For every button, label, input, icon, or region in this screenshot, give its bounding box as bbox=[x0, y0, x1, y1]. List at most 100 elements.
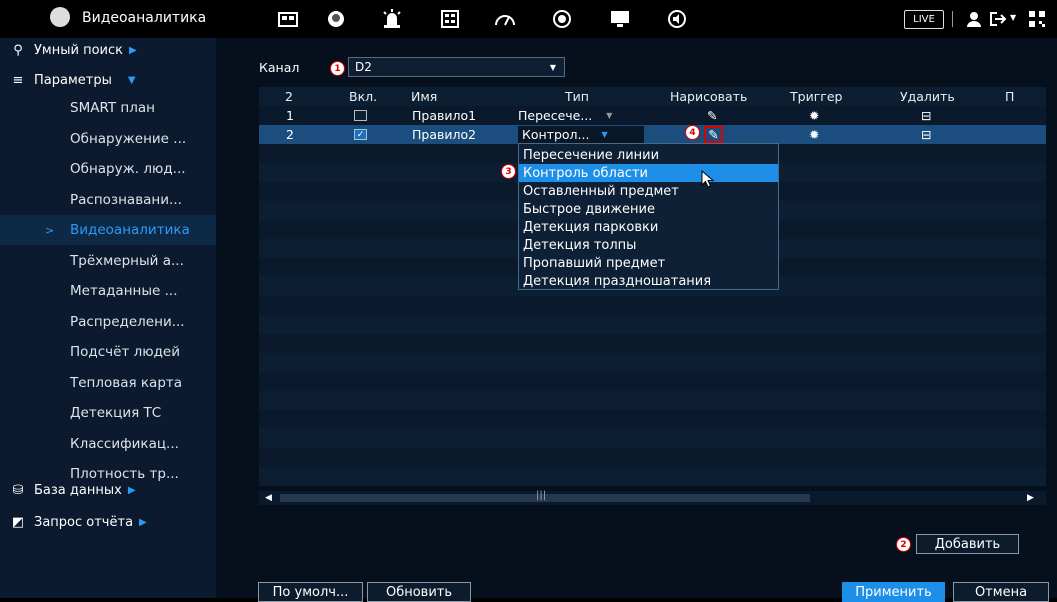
display-icon[interactable] bbox=[608, 8, 632, 30]
dropdown-option[interactable]: Детекция праздношатания bbox=[519, 272, 778, 290]
horizontal-scrollbar[interactable]: ◀ ||| ▶ bbox=[259, 490, 1046, 505]
sidebar-subitem[interactable]: Детекция ТС bbox=[0, 398, 216, 428]
scroll-right-icon[interactable]: ▶ bbox=[1027, 493, 1034, 503]
rule-name: Правило1 bbox=[412, 108, 477, 123]
sidebar-subitem[interactable]: Обнаруж. люд... bbox=[0, 154, 216, 184]
speedometer-icon[interactable] bbox=[493, 8, 517, 30]
sidebar-subitem-label: Подсчёт людей bbox=[70, 344, 181, 360]
dropdown-option[interactable]: Быстрое движение bbox=[519, 200, 778, 218]
sidebar-subitem[interactable]: Распознавани... bbox=[0, 185, 216, 215]
sidebar-subitem[interactable]: SMART план bbox=[0, 93, 216, 123]
sidebar-item-label: Запрос отчёта bbox=[34, 514, 134, 530]
sidebar-subitem-label: SMART план bbox=[70, 100, 155, 116]
refresh-button[interactable]: Обновить bbox=[367, 582, 471, 602]
audio-icon[interactable] bbox=[665, 8, 689, 30]
dropdown-option[interactable]: Пропавший предмет bbox=[519, 254, 778, 272]
sidebar-subitem[interactable]: Метаданные ... bbox=[0, 276, 216, 306]
sidebar-subitem[interactable]: Тепловая карта bbox=[0, 368, 216, 398]
live-button[interactable]: LIVE bbox=[904, 10, 944, 29]
dropdown-option[interactable]: Контроль области bbox=[519, 164, 778, 182]
empty-table-row bbox=[259, 467, 1046, 486]
draw-pencil-icon[interactable]: ✎ bbox=[707, 106, 717, 125]
cancel-button[interactable]: Отмена bbox=[953, 582, 1049, 602]
sidebar-subitem-label: Распределени... bbox=[70, 313, 185, 330]
sidebar-subitem[interactable]: Подсчёт людей bbox=[0, 337, 216, 367]
rule-type-value: Пересече... bbox=[518, 108, 593, 123]
default-button[interactable]: По умолч... bbox=[258, 582, 363, 602]
row-number: 1 bbox=[286, 108, 294, 123]
delete-trash-icon[interactable]: ⊟ bbox=[921, 125, 931, 144]
chevron-down-icon: ▼ bbox=[549, 62, 556, 72]
list-icon: ≡ bbox=[12, 72, 24, 88]
sidebar-subitem-label: Видеоаналитика bbox=[70, 222, 190, 238]
logout-dropdown-icon[interactable]: ▼ bbox=[1010, 13, 1016, 22]
sidebar-subitem-label: Детекция ТС bbox=[70, 405, 162, 421]
face-icon[interactable] bbox=[324, 8, 348, 30]
rule-type-select[interactable]: Пересече... ▼ bbox=[518, 106, 648, 125]
annotation-badge-4: 4 bbox=[685, 125, 700, 140]
qr-code-icon[interactable] bbox=[1025, 8, 1049, 30]
sidebar-subitem[interactable]: > Видеоаналитика bbox=[0, 215, 216, 245]
header-delete: Удалить bbox=[900, 88, 955, 104]
table-row-selected[interactable]: 2 ✓ Правило2 Контрол... ▼ ✎ ✹ ⊟ bbox=[259, 125, 1046, 144]
sidebar-subitem[interactable]: Обнаружение ... bbox=[0, 124, 216, 154]
sidebar-subitem[interactable]: Распределени... bbox=[0, 307, 216, 337]
apply-button[interactable]: Применить bbox=[842, 582, 945, 602]
trigger-gear-icon[interactable]: ✹ bbox=[809, 106, 819, 125]
monitor-icon[interactable] bbox=[276, 8, 300, 30]
delete-trash-icon[interactable]: ⊟ bbox=[921, 106, 931, 125]
sidebar-subitem[interactable]: Классификац... bbox=[0, 429, 216, 459]
sidebar-item-smart-search[interactable]: ⚲ Умный поиск ▶ bbox=[0, 38, 216, 62]
record-icon[interactable] bbox=[550, 8, 574, 30]
sidebar-subitem[interactable]: Трёхмерный а... bbox=[0, 246, 216, 276]
top-bar: Видеоаналитика LIVE ▼ bbox=[0, 0, 1057, 38]
page-title: Видеоаналитика bbox=[82, 10, 207, 26]
empty-table-row bbox=[259, 372, 1046, 391]
dropdown-option[interactable]: Оставленный предмет bbox=[519, 182, 778, 200]
annotation-badge-3: 3 bbox=[501, 164, 516, 179]
scrollbar-grip: ||| bbox=[536, 490, 547, 501]
sidebar-subitem-label: Трёхмерный а... bbox=[70, 252, 184, 269]
header-overflow: П bbox=[1005, 88, 1015, 104]
table-row[interactable]: 1 Правило1 Пересече... ▼ ✎ ✹ ⊟ bbox=[259, 106, 1046, 125]
rule-type-value: Контрол... bbox=[522, 127, 590, 142]
enable-checkbox[interactable]: ✓ bbox=[354, 125, 367, 144]
enable-checkbox[interactable] bbox=[354, 106, 367, 125]
rule-type-select[interactable]: Контрол... ▼ bbox=[518, 126, 644, 143]
empty-table-row bbox=[259, 353, 1046, 372]
sidebar-item-label: База данных bbox=[34, 482, 122, 498]
user-icon[interactable] bbox=[962, 8, 986, 30]
empty-table-row bbox=[259, 410, 1046, 429]
logout-icon[interactable] bbox=[986, 8, 1010, 30]
sidebar-item-report-query[interactable]: ◩ Запрос отчёта ▶ bbox=[0, 510, 216, 534]
report-chart-icon: ◩ bbox=[11, 514, 25, 530]
dropdown-option[interactable]: Детекция толпы bbox=[519, 236, 778, 254]
database-icon: ⛁ bbox=[12, 482, 24, 498]
draw-pencil-icon[interactable]: ✎ bbox=[704, 126, 723, 143]
scroll-left-icon[interactable]: ◀ bbox=[265, 493, 272, 503]
rule-name: Правило2 bbox=[412, 127, 477, 142]
add-button[interactable]: Добавить bbox=[916, 534, 1019, 554]
dropdown-option[interactable]: Пересечение линии bbox=[519, 146, 778, 164]
scrollbar-thumb[interactable]: ||| bbox=[280, 490, 810, 502]
sidebar-subitem-label: Тепловая карта bbox=[70, 374, 183, 391]
sidebar-item-label: Параметры bbox=[34, 72, 112, 88]
mouse-cursor-icon bbox=[701, 169, 715, 192]
sidebar-subitem-label: Обнаруж. люд... bbox=[70, 161, 186, 177]
chevron-down-icon: ▼ bbox=[606, 111, 613, 120]
channel-select[interactable]: D2 ▼ bbox=[348, 57, 565, 77]
header-draw: Нарисовать bbox=[670, 88, 748, 104]
table-header-row: 2 Вкл. Имя Тип Нарисовать Триггер Удалит… bbox=[259, 87, 1046, 106]
calculator-icon[interactable] bbox=[438, 8, 462, 30]
chevron-down-icon: ▼ bbox=[127, 74, 136, 86]
empty-table-row bbox=[259, 448, 1046, 467]
dropdown-option[interactable]: Детекция парковки bbox=[519, 218, 778, 236]
sidebar-item-database[interactable]: ⛁ База данных ▶ bbox=[0, 478, 216, 502]
alarm-icon[interactable] bbox=[380, 8, 404, 30]
channel-label: Канал bbox=[259, 60, 300, 75]
divider bbox=[952, 11, 953, 27]
annotation-badge-2: 2 bbox=[896, 537, 911, 552]
trigger-gear-icon[interactable]: ✹ bbox=[809, 125, 819, 144]
sidebar-item-parameters[interactable]: ≡ Параметры ▼ bbox=[0, 68, 216, 92]
search-icon: ⚲ bbox=[13, 42, 23, 58]
